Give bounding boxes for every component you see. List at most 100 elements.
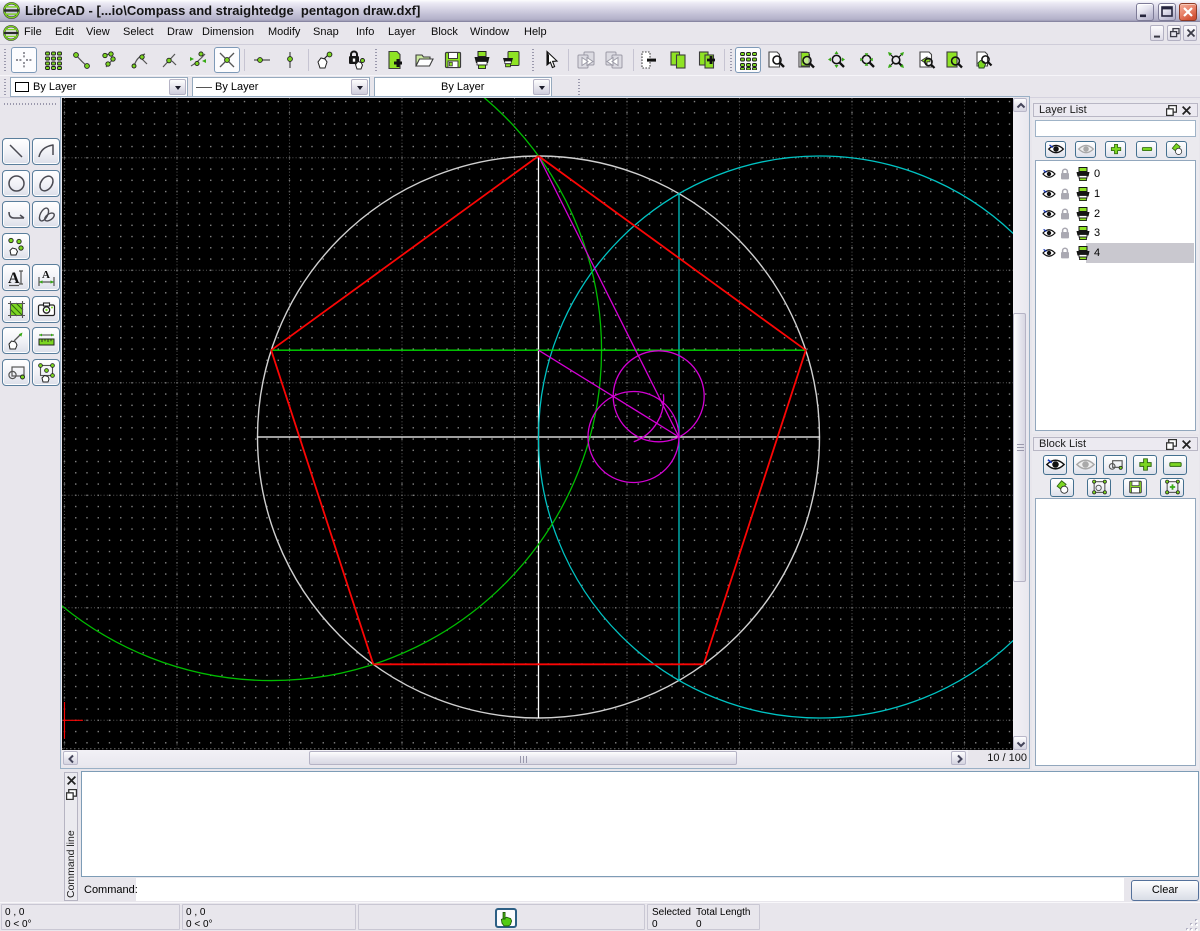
drawing-canvas[interactable]	[62, 98, 1013, 750]
toolbar-button-zoom-window[interactable]	[941, 47, 967, 73]
layer-lock-icon[interactable]	[1060, 247, 1070, 259]
toolbar-button-selection-pointer[interactable]	[538, 47, 564, 73]
toolbar-handle[interactable]	[578, 79, 580, 96]
insert-block-button[interactable]	[1160, 478, 1184, 497]
layer-row-1[interactable]: 1	[1037, 184, 1194, 204]
cad-button-draw-polyline[interactable]	[2, 201, 30, 228]
dock-close-icon[interactable]	[1181, 105, 1192, 116]
combo-dropdown-icon[interactable]	[169, 79, 186, 95]
toolbar-button-snap-center[interactable]	[127, 47, 153, 73]
layer-print-icon[interactable]	[1075, 207, 1091, 221]
toolbar-handle[interactable]	[4, 49, 6, 71]
toolbar-button-snap-free[interactable]	[11, 47, 37, 73]
command-history[interactable]	[81, 771, 1199, 877]
menu-select[interactable]: Select	[123, 26, 154, 38]
layer-visible-icon[interactable]	[1042, 228, 1056, 238]
mdi-minimize-button[interactable]	[1150, 25, 1164, 41]
scroll-up-button[interactable]	[1013, 98, 1027, 112]
toolbar-button-zoom-pan[interactable]	[970, 47, 996, 73]
menu-file[interactable]: File	[24, 26, 42, 38]
cad-button-edit-entity[interactable]	[2, 327, 30, 354]
window-maximize-button[interactable]	[1158, 3, 1176, 21]
remove-block-button[interactable]	[1163, 455, 1187, 475]
dock-float-icon[interactable]	[1166, 105, 1177, 116]
dock-close-icon[interactable]	[1181, 439, 1192, 450]
add-layer-button[interactable]	[1105, 141, 1126, 158]
toolbar-button-snap-distance[interactable]	[185, 47, 211, 73]
cad-button-draw-hatch[interactable]	[2, 296, 30, 323]
edit-layer-button[interactable]	[1166, 141, 1187, 158]
resize-grip[interactable]	[1186, 919, 1199, 931]
cad-button-draw-arc[interactable]	[32, 138, 60, 165]
action-toggle-button[interactable]	[495, 908, 517, 928]
toolbar-button-draft-view[interactable]	[763, 47, 789, 73]
toolbar-button-snap-grid[interactable]	[40, 47, 66, 73]
toolbar-button-snap-endpoint[interactable]	[69, 47, 95, 73]
toolbar-button-snap-entity[interactable]	[97, 47, 123, 73]
show-all-layers-button[interactable]	[1045, 141, 1066, 158]
toolbar-handle[interactable]	[532, 49, 534, 71]
layer-visible-icon[interactable]	[1042, 248, 1056, 258]
vertical-scroll-thumb[interactable]	[1013, 313, 1026, 582]
toolbar-button-file-open[interactable]	[411, 47, 437, 73]
toolbar-button-redo[interactable]	[601, 47, 627, 73]
cad-button-block-explode[interactable]	[32, 359, 60, 386]
add-block-button[interactable]	[1133, 455, 1157, 475]
block-list-titlebar[interactable]: Block List	[1033, 437, 1198, 451]
select-block-button[interactable]	[1087, 478, 1111, 497]
rename-block-button[interactable]	[1103, 455, 1127, 475]
cad-button-draw-text[interactable]	[2, 264, 30, 291]
cad-button-block-create[interactable]	[2, 359, 30, 386]
toolbar-button-undo[interactable]	[573, 47, 599, 73]
menu-view[interactable]: View	[86, 26, 110, 38]
layer-visible-icon[interactable]	[1042, 169, 1056, 179]
toolbar-button-zoom-redraw[interactable]	[793, 47, 819, 73]
toolbar-handle[interactable]	[4, 103, 58, 105]
hide-all-layers-button[interactable]	[1075, 141, 1096, 158]
menu-edit[interactable]: Edit	[55, 26, 74, 38]
toolbar-button-zoom-out[interactable]	[854, 47, 880, 73]
toolbar-button-restrict-vertical[interactable]	[277, 47, 303, 73]
menu-info[interactable]: Info	[356, 26, 374, 38]
toolbar-button-paste[interactable]	[694, 47, 720, 73]
toolbar-button-print-preview[interactable]	[498, 47, 524, 73]
cad-button-draw-ellipse[interactable]	[32, 170, 60, 197]
layer-lock-icon[interactable]	[1060, 227, 1070, 239]
toolbar-button-file-new[interactable]	[382, 47, 408, 73]
combo-dropdown-icon[interactable]	[533, 79, 550, 95]
combo-dropdown-icon[interactable]	[351, 79, 368, 95]
toolbar-button-view-previous[interactable]	[913, 47, 939, 73]
menu-draw[interactable]: Draw	[167, 26, 193, 38]
toolbar-button-snap-intersection[interactable]	[214, 47, 240, 73]
save-block-button[interactable]	[1123, 478, 1147, 497]
layer-print-icon[interactable]	[1075, 246, 1091, 260]
layer-visible-icon[interactable]	[1042, 189, 1056, 199]
scroll-down-button[interactable]	[1013, 736, 1027, 750]
layer-list-titlebar[interactable]: Layer List	[1033, 103, 1198, 117]
toolbar-button-zoom-auto[interactable]	[883, 47, 909, 73]
menu-block[interactable]: Block	[431, 26, 458, 38]
mdi-restore-button[interactable]	[1167, 25, 1181, 41]
toolbar-handle[interactable]	[730, 49, 732, 71]
layer-print-icon[interactable]	[1075, 187, 1091, 201]
layer-print-icon[interactable]	[1075, 226, 1091, 240]
clear-button[interactable]: Clear	[1131, 880, 1199, 901]
cad-button-draw-circle[interactable]	[2, 170, 30, 197]
toolbar-button-file-print[interactable]	[469, 47, 495, 73]
pen-width-combo[interactable]: By Layer	[374, 77, 552, 97]
window-minimize-button[interactable]	[1136, 3, 1154, 21]
horizontal-scroll-thumb[interactable]	[309, 751, 737, 765]
scroll-left-button[interactable]	[63, 751, 78, 765]
layer-print-icon[interactable]	[1075, 167, 1091, 181]
layer-row-3[interactable]: 3	[1037, 223, 1194, 243]
cad-button-insert-image[interactable]	[32, 296, 60, 323]
dock-float-icon[interactable]	[1166, 439, 1177, 450]
cad-button-measure[interactable]	[32, 327, 60, 354]
scroll-right-button[interactable]	[951, 751, 966, 765]
toolbar-button-file-save[interactable]	[440, 47, 466, 73]
layer-lock-icon[interactable]	[1060, 208, 1070, 220]
toolbar-button-grid-toggle[interactable]	[735, 47, 761, 73]
hide-all-blocks-button[interactable]	[1073, 455, 1097, 475]
menu-help[interactable]: Help	[524, 26, 547, 38]
horizontal-scrollbar[interactable]	[62, 750, 968, 766]
